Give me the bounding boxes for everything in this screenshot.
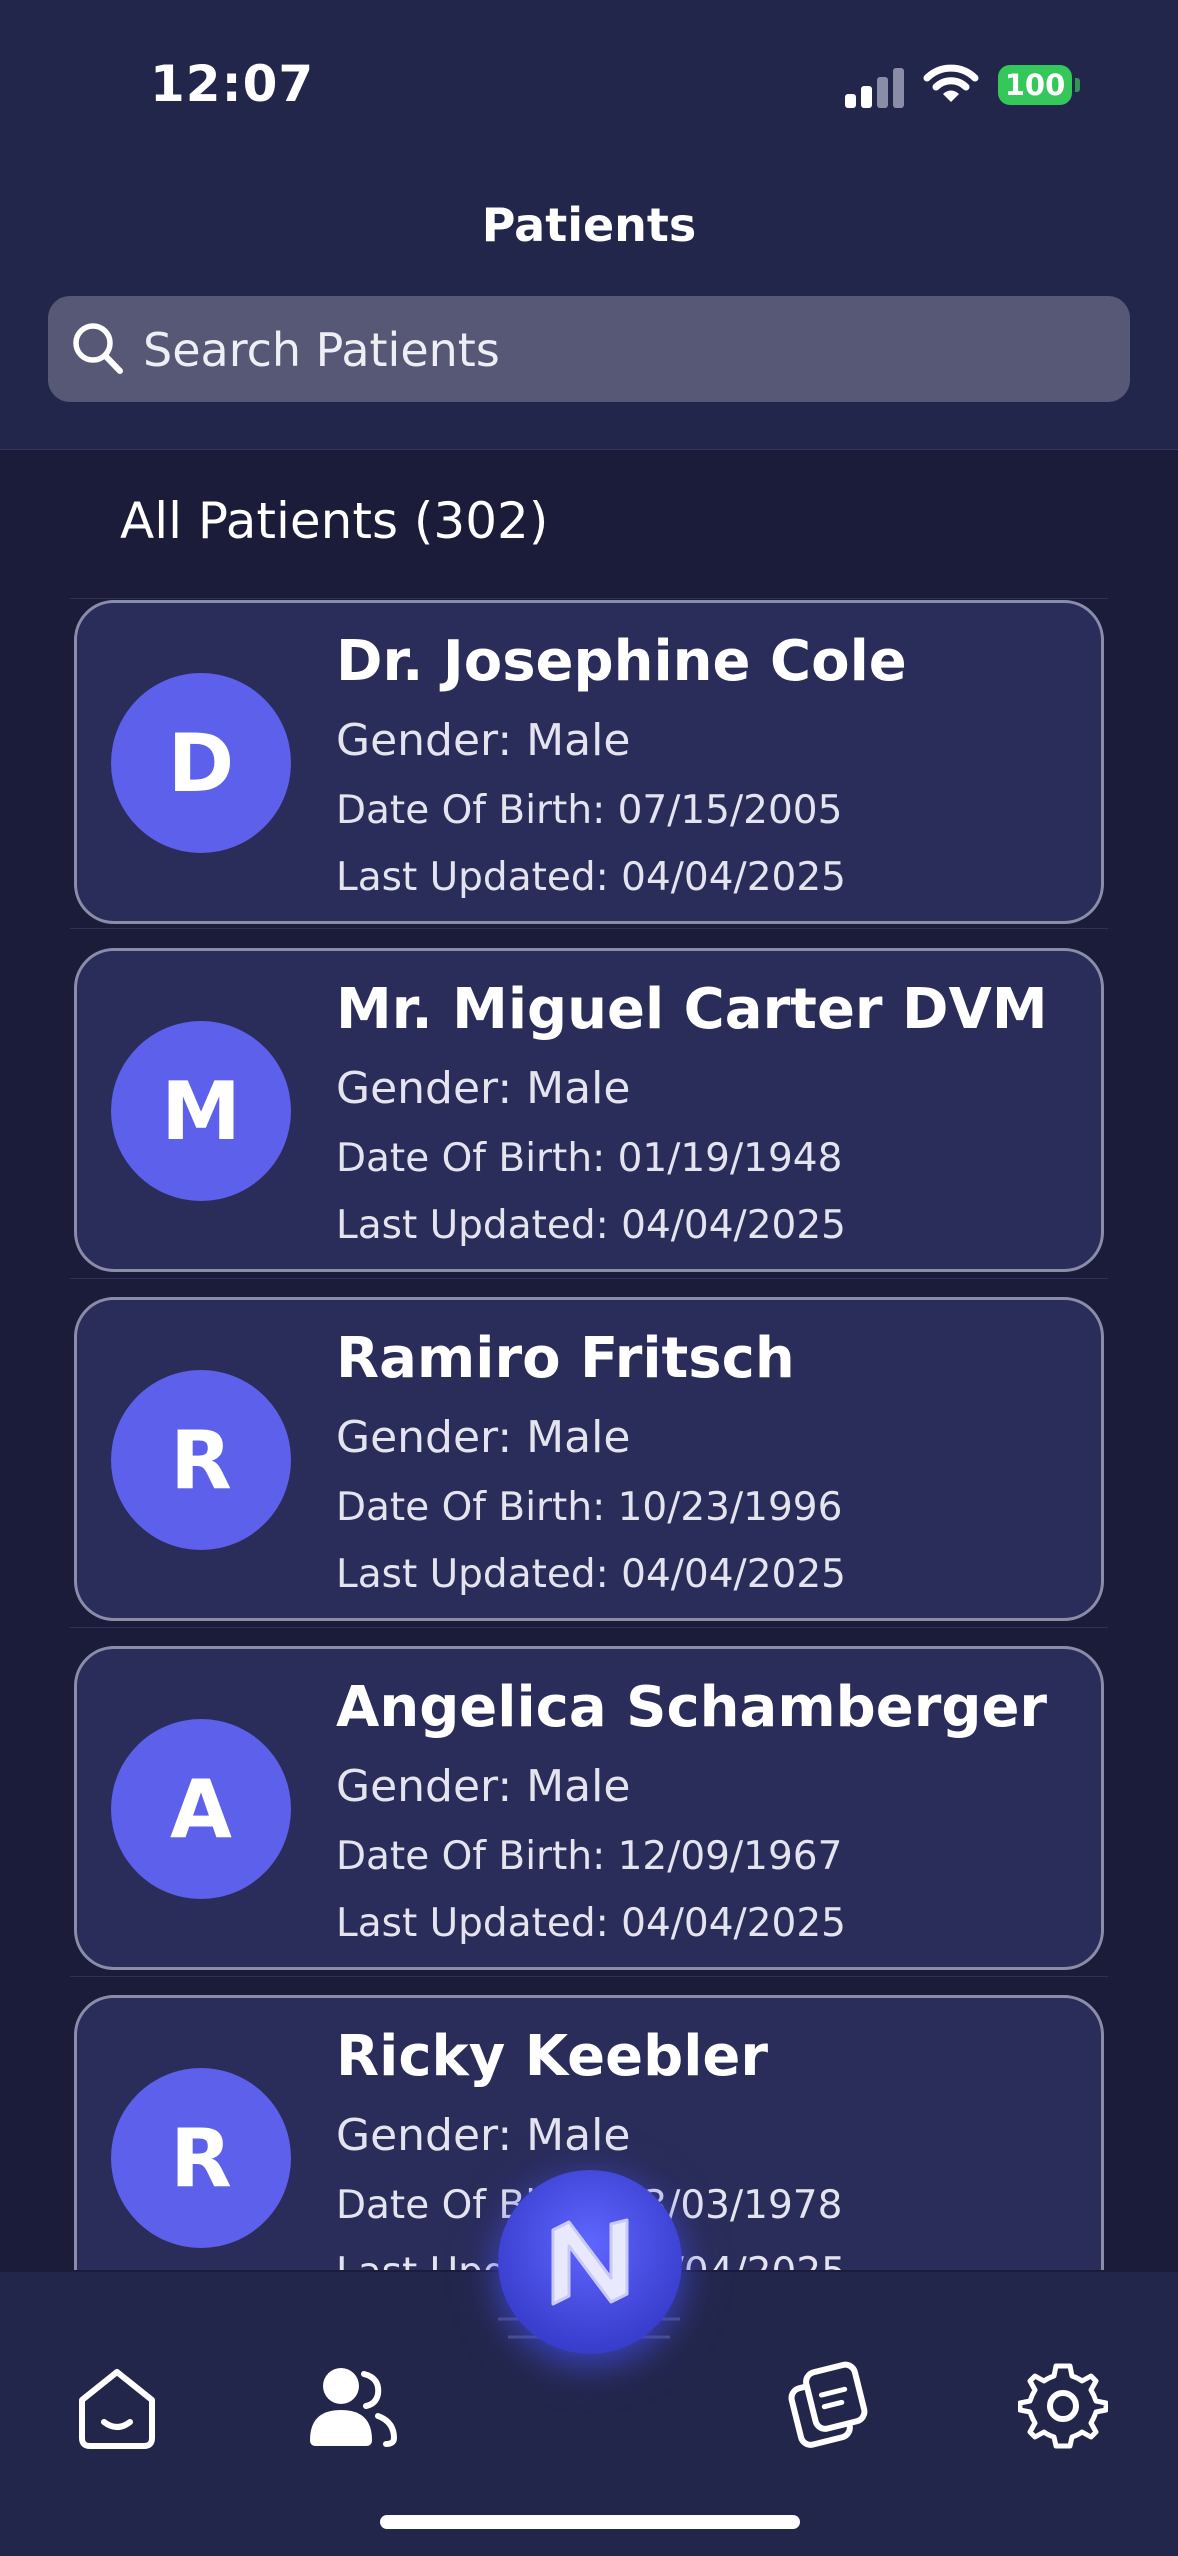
cellular-signal-icon — [845, 66, 905, 108]
patient-last-updated: Last Updated: 04/04/2025 — [336, 1203, 846, 1248]
section-title: All Patients (302) — [120, 492, 549, 550]
page-title: Patients — [481, 198, 697, 252]
avatar: R — [111, 1370, 291, 1550]
n-logo-icon — [551, 2218, 629, 2306]
patient-gender: Gender: Male — [336, 1761, 631, 1812]
home-indicator — [380, 2515, 800, 2529]
patient-dob: Date Of Birth: 07/15/2005 — [336, 788, 843, 833]
gear-icon[interactable] — [1018, 2360, 1108, 2450]
avatar: D — [111, 673, 291, 853]
search-icon — [73, 323, 123, 374]
patient-name: Ricky Keebler — [336, 2024, 769, 2089]
patient-card[interactable]: D Dr. Josephine Cole Gender: Male Date O… — [74, 600, 1104, 924]
search-input[interactable] — [141, 296, 1105, 404]
avatar: R — [111, 2068, 291, 2248]
patient-name: Dr. Josephine Cole — [336, 629, 907, 694]
wifi-icon — [923, 64, 979, 102]
home-icon[interactable] — [72, 2362, 162, 2452]
patient-name: Mr. Miguel Carter DVM — [336, 977, 1048, 1042]
search-bar[interactable] — [48, 296, 1130, 404]
header: 12:07 100 Patients — [0, 0, 1178, 450]
status-time: 12:07 — [150, 55, 315, 113]
patient-dob: Date Of Birth: 10/23/1996 — [336, 1485, 843, 1530]
patient-last-updated: Last Updated: 04/04/2025 — [336, 1552, 846, 1597]
avatar: M — [111, 1021, 291, 1201]
patient-card[interactable]: M Mr. Miguel Carter DVM Gender: Male Dat… — [74, 948, 1104, 1272]
patient-name: Angelica Schamberger — [336, 1675, 1048, 1740]
main-action-button[interactable] — [498, 2170, 682, 2354]
battery-indicator: 100 — [998, 65, 1072, 105]
patient-last-updated: Last Updated: 04/04/2025 — [336, 1901, 846, 1946]
patient-card[interactable]: R Ramiro Fritsch Gender: Male Date Of Bi… — [74, 1297, 1104, 1621]
patient-dob: Date Of Birth: 01/19/1948 — [336, 1136, 843, 1181]
patient-name: Ramiro Fritsch — [336, 1326, 795, 1391]
divider — [70, 598, 1108, 599]
avatar: A — [111, 1719, 291, 1899]
battery-nub — [1075, 78, 1080, 92]
patient-last-updated: Last Updated: 04/04/2025 — [336, 855, 846, 900]
notes-icon[interactable] — [782, 2360, 872, 2450]
divider — [70, 1278, 1108, 1279]
patients-icon[interactable] — [308, 2364, 398, 2448]
patient-gender: Gender: Male — [336, 2110, 631, 2161]
divider — [70, 1976, 1108, 1977]
divider — [70, 928, 1108, 929]
patient-gender: Gender: Male — [336, 715, 631, 766]
divider — [70, 1627, 1108, 1628]
patient-list[interactable]: D Dr. Josephine Cole Gender: Male Date O… — [70, 598, 1108, 2270]
patient-dob: Date Of Birth: 12/09/1967 — [336, 1834, 843, 1879]
patient-gender: Gender: Male — [336, 1412, 631, 1463]
patient-gender: Gender: Male — [336, 1063, 631, 1114]
patient-card[interactable]: A Angelica Schamberger Gender: Male Date… — [74, 1646, 1104, 1970]
